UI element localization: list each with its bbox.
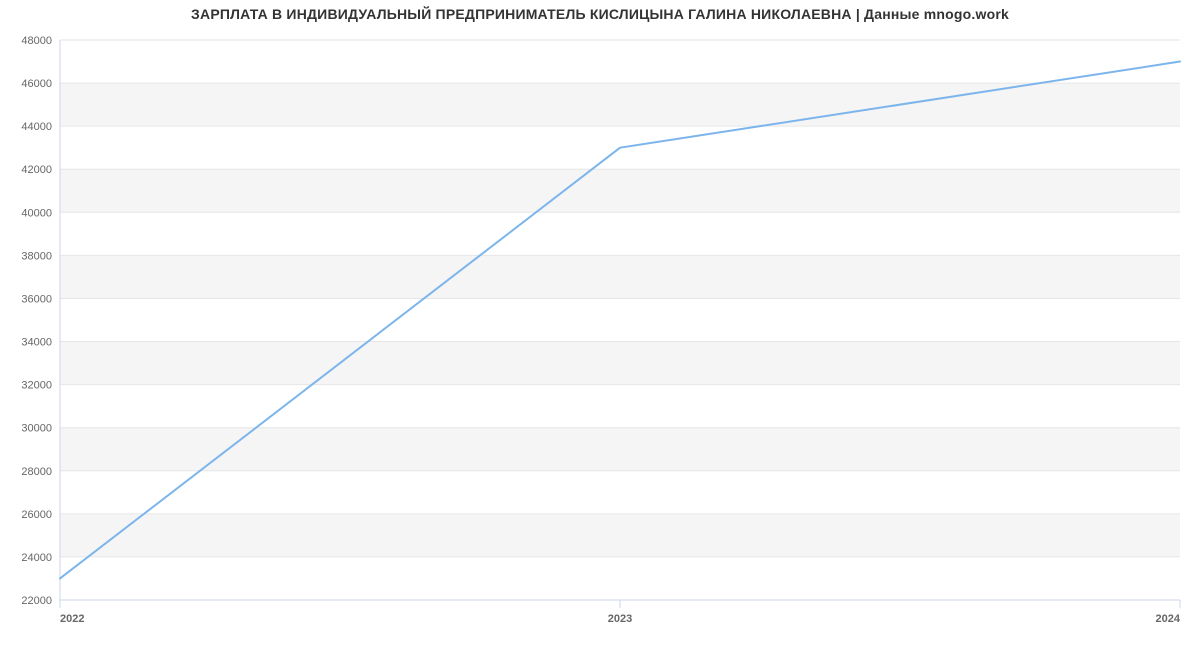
y-tick-label: 34000 bbox=[21, 337, 52, 349]
series-line bbox=[60, 62, 1180, 579]
chart-svg: 22000 24000 26000 28000 30000 32000 34000 36000… bbox=[0, 0, 1200, 650]
y-tick-label: 46000 bbox=[21, 78, 52, 90]
x-tick-label: 2023 bbox=[608, 613, 632, 625]
grid-band bbox=[60, 83, 1180, 126]
grid-band bbox=[60, 514, 1180, 557]
grid-band bbox=[60, 255, 1180, 298]
grid-band bbox=[60, 169, 1180, 212]
y-tick-label: 32000 bbox=[21, 380, 52, 392]
y-tick-label: 44000 bbox=[21, 121, 52, 133]
y-tick-label: 22000 bbox=[21, 595, 52, 607]
x-tick-label: 2024 bbox=[1156, 613, 1181, 625]
y-tick-label: 26000 bbox=[21, 509, 52, 521]
y-tick-label: 24000 bbox=[21, 552, 52, 564]
chart-title: ЗАРПЛАТА В ИНДИВИДУАЛЬНЫЙ ПРЕДПРИНИМАТЕЛ… bbox=[0, 6, 1200, 22]
y-tick-label: 40000 bbox=[21, 207, 52, 219]
y-tick-label: 28000 bbox=[21, 466, 52, 478]
chart-container: ЗАРПЛАТА В ИНДИВИДУАЛЬНЫЙ ПРЕДПРИНИМАТЕЛ… bbox=[0, 0, 1200, 650]
x-tick-label: 2022 bbox=[60, 613, 84, 625]
grid-band bbox=[60, 342, 1180, 385]
y-tick-label: 38000 bbox=[21, 250, 52, 262]
y-tick-label: 36000 bbox=[21, 293, 52, 305]
y-tick-label: 42000 bbox=[21, 164, 52, 176]
y-tick-label: 48000 bbox=[21, 35, 52, 47]
y-tick-label: 30000 bbox=[21, 423, 52, 435]
